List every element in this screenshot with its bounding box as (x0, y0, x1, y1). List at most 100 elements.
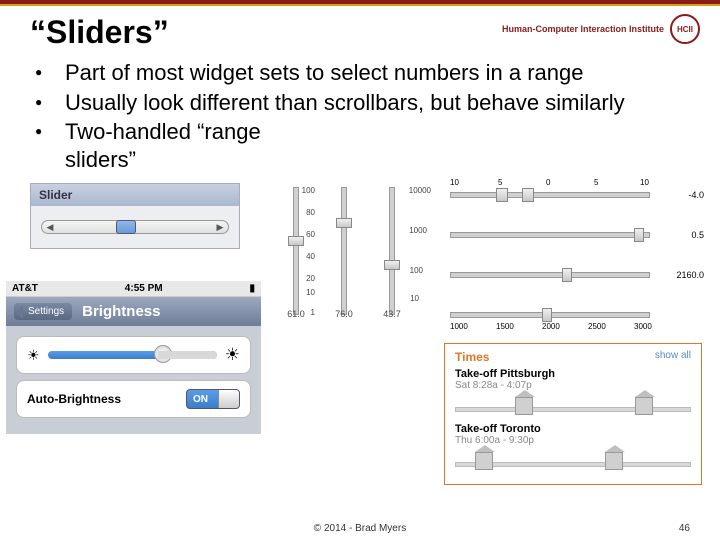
mac-slider-title: Slider (31, 184, 239, 206)
hslider-thumb[interactable] (634, 228, 644, 242)
slide-footer: © 2014 - Brad Myers 46 (0, 523, 720, 534)
vslider-3: 10000 1000 100 10 43.7 (371, 184, 413, 319)
tick-label: 20 (306, 274, 315, 283)
tick-label: 1500 (496, 322, 514, 331)
range-handle-high[interactable] (605, 452, 623, 470)
brightness-high-icon: ☀ (225, 345, 240, 365)
ios-nav-bar: Settings Brightness (6, 297, 261, 326)
institute-branding: Human-Computer Interaction Institute HCI… (502, 14, 700, 44)
tick-label: 10 (410, 294, 419, 303)
hslider-track[interactable] (450, 272, 650, 278)
tick-label: 1000 (409, 226, 427, 235)
takeoff-label: Take-off Toronto (455, 423, 691, 435)
range-thumb-low[interactable] (496, 188, 508, 202)
mac-slider-example: Slider ◀ ▶ (30, 183, 240, 249)
range-handle-low[interactable] (515, 397, 533, 415)
tick-label: 3000 (634, 322, 652, 331)
carrier-label: AT&T (12, 283, 38, 294)
bullet-item: Usually look different than scrollbars, … (45, 89, 700, 117)
vslider-thumb[interactable] (336, 218, 352, 228)
vslider-1: 100 80 60 40 20 10 1 61.0 (275, 184, 317, 319)
auto-brightness-toggle[interactable]: ON (186, 389, 240, 409)
tick-label: 5 (594, 178, 598, 187)
vslider-track[interactable] (389, 187, 395, 315)
vslider-track[interactable] (341, 187, 347, 315)
tick-label: 100 (410, 266, 423, 275)
clock-label: 4:55 PM (125, 283, 163, 294)
tick-label: 2500 (588, 322, 606, 331)
mac-slider-thumb[interactable] (116, 220, 136, 234)
auto-brightness-row: Auto-Brightness ON (16, 380, 251, 418)
tick-label: 40 (306, 252, 315, 261)
vslider-track[interactable] (293, 187, 299, 315)
brightness-low-icon: ☀ (27, 347, 40, 364)
tick-label: 10 (640, 178, 649, 187)
examples-area: Slider ◀ ▶ AT&T 4:55 PM ▮ Settings Brigh… (0, 183, 720, 493)
vslider-value: 76.0 (323, 309, 365, 319)
hslider-row: 1000 1500 2000 2500 3000 (444, 298, 714, 332)
time-range-slider[interactable] (455, 448, 691, 474)
tick-label: 80 (306, 208, 315, 217)
page-number: 46 (679, 523, 690, 534)
tick-label: 10000 (409, 186, 431, 195)
brightness-slider[interactable] (48, 351, 217, 359)
tick-label: 5 (498, 178, 502, 187)
vslider-2: 76.0 (323, 184, 365, 319)
bullet-item: Two-handled “range sliders” (45, 118, 275, 173)
time-range-slider[interactable] (455, 393, 691, 419)
tick-label: 10 (306, 288, 315, 297)
battery-icon: ▮ (249, 283, 255, 294)
back-button[interactable]: Settings (14, 303, 72, 320)
hslider-row: 0.5 (444, 218, 714, 252)
hslider-track[interactable] (450, 232, 650, 238)
bullet-item: Part of most widget sets to select numbe… (45, 59, 700, 87)
times-header: Times show all (455, 350, 691, 364)
ios-status-bar: AT&T 4:55 PM ▮ (6, 281, 261, 297)
tick-label: 100 (302, 186, 315, 195)
hslider-thumb[interactable] (542, 308, 552, 322)
time-range-track (455, 407, 691, 412)
takeoff-section: Take-off Toronto Thu 6:00a - 9:30p (455, 423, 691, 474)
slider-value: -4.0 (688, 190, 704, 200)
tick-label: 0 (546, 178, 550, 187)
auto-brightness-label: Auto-Brightness (27, 392, 121, 406)
vslider-thumb[interactable] (288, 236, 304, 246)
arrow-right-icon[interactable]: ▶ (213, 221, 227, 233)
vslider-thumb[interactable] (384, 260, 400, 270)
times-title: Times (455, 350, 489, 364)
takeoff-section: Take-off Pittsburgh Sat 8:28a - 4:07p (455, 368, 691, 419)
ios-brightness-example: AT&T 4:55 PM ▮ Settings Brightness ☀ ☀ A… (6, 281, 261, 434)
range-handle-low[interactable] (475, 452, 493, 470)
takeoff-label: Take-off Pittsburgh (455, 368, 691, 380)
slider-value: 2160.0 (676, 270, 704, 280)
brightness-slider-row: ☀ ☀ (16, 336, 251, 374)
vslider-value: 43.7 (371, 309, 413, 319)
vslider-value: 61.0 (275, 309, 317, 319)
mac-slider-track[interactable]: ◀ ▶ (41, 220, 229, 234)
range-thumb-high[interactable] (522, 188, 534, 202)
ios-screen-title: Brightness (82, 303, 160, 320)
takeoff-time: Sat 8:28a - 4:07p (455, 380, 691, 391)
tick-label: 1000 (450, 322, 468, 331)
institute-label: Human-Computer Interaction Institute (502, 24, 664, 34)
slide-title: “Sliders” (30, 14, 169, 51)
show-all-link[interactable]: show all (655, 350, 691, 364)
ios-panel: ☀ ☀ Auto-Brightness ON (6, 326, 261, 434)
tick-label: 60 (306, 230, 315, 239)
arrow-left-icon[interactable]: ◀ (43, 221, 57, 233)
times-range-example: Times show all Take-off Pittsburgh Sat 8… (444, 343, 702, 485)
mac-slider-body: ◀ ▶ (31, 206, 239, 248)
hslider-row: 2160.0 (444, 258, 714, 292)
horizontal-sliders-example: 10 5 0 5 10 -4.0 0.5 2160.0 1000 1500 20… (444, 178, 714, 338)
tick-label: 2000 (542, 322, 560, 331)
hslider-thumb[interactable] (562, 268, 572, 282)
hcii-logo-icon: HCII (670, 14, 700, 44)
vertical-sliders-example: 100 80 60 40 20 10 1 61.0 76.0 10000 100… (275, 178, 435, 343)
brightness-slider-thumb[interactable] (154, 345, 172, 363)
range-slider-track[interactable] (450, 192, 650, 198)
slide-header: “Sliders” Human-Computer Interaction Ins… (0, 6, 720, 55)
range-handle-high[interactable] (635, 397, 653, 415)
copyright-label: © 2014 - Brad Myers (314, 523, 406, 534)
range-slider-row: 10 5 0 5 10 -4.0 (444, 178, 714, 212)
bullet-list: Part of most widget sets to select numbe… (0, 55, 720, 183)
